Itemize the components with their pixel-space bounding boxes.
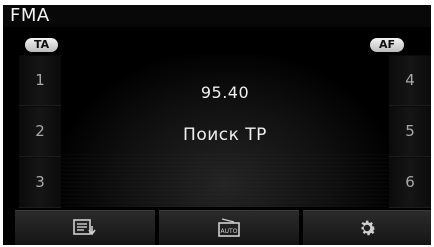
preset-button-4[interactable]: 4 <box>389 55 431 106</box>
list-button[interactable] <box>15 210 155 245</box>
preset-button-5[interactable]: 5 <box>389 106 431 157</box>
bottom-bar: AUTO <box>3 209 431 245</box>
auto-store-button[interactable]: AUTO <box>159 210 299 245</box>
list-download-icon <box>73 219 96 236</box>
radio-screen: FMA TA AF 1 2 3 95.40 Поиск TP 4 5 6 AUT… <box>3 5 431 245</box>
preset-button-3[interactable]: 3 <box>19 157 61 208</box>
settings-button[interactable] <box>303 210 431 245</box>
frequency-display: 95.40 <box>200 83 250 102</box>
gear-icon <box>361 220 376 236</box>
band-title: FMA <box>10 5 50 26</box>
af-button[interactable]: AF <box>370 38 405 52</box>
preset-button-1[interactable]: 1 <box>19 55 61 106</box>
radio-auto-icon: AUTO <box>218 218 240 237</box>
preset-column-left: 1 2 3 <box>19 55 61 208</box>
ta-button[interactable]: TA <box>25 38 59 52</box>
preset-button-6[interactable]: 6 <box>389 157 431 208</box>
preset-column-right: 4 5 6 <box>389 55 431 208</box>
station-info-panel: 95.40 Поиск TP <box>61 55 389 207</box>
auto-label: AUTO <box>221 228 238 235</box>
preset-button-2[interactable]: 2 <box>19 106 61 157</box>
status-text: Поиск TP <box>183 125 267 145</box>
top-bar: FMA <box>3 5 431 27</box>
